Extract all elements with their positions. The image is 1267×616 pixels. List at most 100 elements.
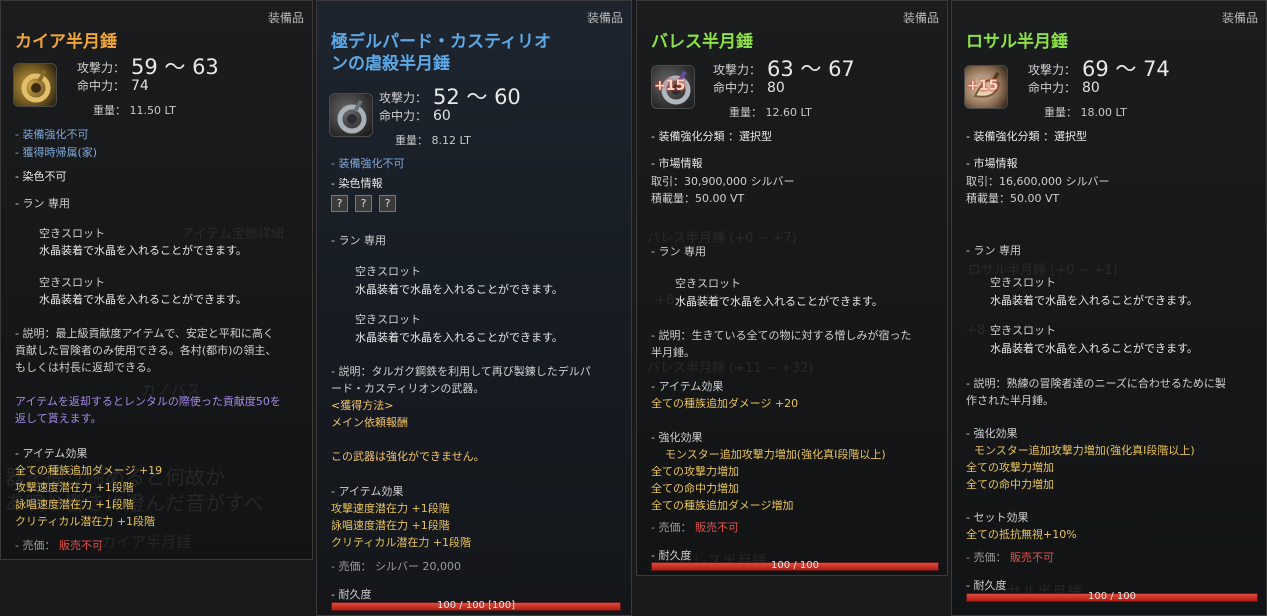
empty-slot-label: 空きスロット	[990, 324, 1056, 337]
weight-stat: 重量： 12.60 LT	[729, 106, 812, 119]
sell-price: - 売価： 販売不可	[651, 521, 739, 534]
crystal-slot-text: 水晶装着で水晶を入れることができます。	[675, 295, 883, 308]
enhance-effect-header: - 強化効果	[651, 431, 703, 444]
item-effect: 攻撃速度潜在力 +1段階	[331, 502, 450, 515]
enhance-info: - 装備強化不可	[331, 157, 405, 170]
crystal-slot-text: 水晶装着で水晶を入れることができます。	[990, 294, 1198, 307]
description: 作された半月錘。	[966, 394, 1054, 407]
class-restriction: - ラン 専用	[966, 244, 1021, 257]
enhance-level: +15	[967, 78, 999, 94]
item-effect: 全ての種族追加ダメージ +20	[651, 397, 799, 410]
class-restriction: - ラン 専用	[651, 245, 706, 258]
weight-stat: 重量： 8.12 LT	[395, 134, 471, 147]
durability-value: 100 / 100 [100]	[437, 600, 515, 611]
enhance-effect: モンスター追加攻撃力増加(強化真I段階以上)	[974, 444, 1195, 457]
crystal-slot-text: 水晶装着で水晶を入れることができます。	[355, 331, 563, 344]
item-name: カイア半月錘	[15, 32, 117, 52]
item-effect: 全ての種族追加ダメージ +19	[15, 464, 163, 477]
item-effect-header: - アイテム効果	[651, 380, 724, 393]
set-effect-header: - セット効果	[966, 511, 1029, 524]
enhance-effect: モンスター追加攻撃力増加(強化真I段階以上)	[665, 448, 886, 461]
class-restriction: - ラン 専用	[15, 197, 70, 210]
dye-info: - 染色情報	[331, 177, 383, 190]
item-category: 装備品	[586, 11, 623, 25]
acquire-method: メイン依頼報酬	[331, 416, 408, 429]
item-effect: 詠唱速度潜在力 +1段階	[15, 498, 134, 511]
dye-slot[interactable]: ?	[379, 195, 396, 212]
sell-price: - 売価： 販売不可	[966, 551, 1054, 564]
item-effect: クリティカル潜在力 +1段階	[15, 515, 156, 528]
empty-slot-label: 空きスロット	[39, 227, 105, 240]
half-moon-mace-icon: +15	[651, 65, 695, 109]
crystal-slot-text: 水晶装着で水晶を入れることができます。	[39, 244, 247, 257]
item-effect: 攻撃速度潜在力 +1段階	[15, 481, 134, 494]
half-moon-mace-icon	[329, 93, 373, 137]
enhance-effect: 全ての攻撃力増加	[651, 465, 739, 478]
sell-price: - 売価： 販売不可	[15, 539, 103, 552]
market-price: 取引：16,600,000 シルバー	[966, 175, 1110, 188]
item-name: ロサル半月錘	[966, 32, 1068, 52]
crystal-slot-text: 水晶装着で水晶を入れることができます。	[39, 293, 247, 306]
sell-price: - 売価： シルバー 20,000	[331, 560, 461, 573]
description: - 説明：熟練の冒険者達のニーズに合わせるために製	[966, 377, 1226, 390]
market-info-header: - 市場情報	[651, 157, 703, 170]
crystal-slot-text: 水晶装着で水晶を入れることができます。	[990, 342, 1198, 355]
enhance-effect: 全ての種族追加ダメージ増加	[651, 499, 794, 512]
item-tooltip-delpard: 装備品 極デルパード・カスティリオ ンの虐殺半月錘 攻撃力： 52 ～ 60 命中…	[316, 0, 632, 616]
durability-bar: 100 / 100	[651, 560, 939, 571]
enhance-type: - 装備強化分類 ：選択型	[966, 130, 1087, 143]
dye-slot[interactable]: ?	[355, 195, 372, 212]
enhance-info: - 装備強化不可	[15, 128, 89, 141]
item-category: 装備品	[267, 11, 304, 25]
half-moon-mace-icon	[13, 63, 57, 107]
item-tooltip-rosar: ロサル半月錘 (+0 ~ +1) +8 ~ +10 ロサル半月錘 装備品 ロサル…	[951, 0, 1267, 616]
enhance-note: この武器は強化ができません。	[331, 450, 485, 463]
background-ghost-text: カイア半月錘	[101, 533, 192, 551]
durability-value: 100 / 100	[1088, 591, 1136, 602]
accuracy-stat: 命中力： 80	[713, 80, 785, 96]
empty-slot-label: 空きスロット	[675, 277, 741, 290]
dye-slot[interactable]: ?	[331, 195, 348, 212]
empty-slot-label: 空きスロット	[355, 265, 421, 278]
weight-stat: 重量： 11.50 LT	[93, 104, 176, 117]
item-tooltip-kaia: アイテム宝飾詳細 カノバス 器を握り締めると何故か あ鳴り響きに澄んだ音がすべ …	[0, 0, 313, 560]
class-restriction: - ラン 専用	[331, 234, 386, 247]
bind-info: - 獲得時帰属(家)	[15, 146, 98, 159]
acquire-method-header: <獲得方法>	[331, 399, 394, 412]
weight-stat: 重量： 18.00 LT	[1044, 106, 1127, 119]
return-note: アイテムを返却するとレンタルの際使った貢献度50を	[15, 395, 281, 408]
enhance-effect: 全ての命中力増加	[651, 482, 739, 495]
durability-value: 100 / 100	[771, 560, 819, 571]
set-effect: 全ての抵抗無視+10%	[966, 528, 1077, 541]
market-price: 取引：30,900,000 シルバー	[651, 175, 795, 188]
enhance-level: +15	[654, 78, 686, 94]
market-info-header: - 市場情報	[966, 157, 1018, 170]
market-weight: 積載量：50.00 VT	[966, 192, 1060, 205]
item-name: 極デルパード・カスティリオ ンの虐殺半月錘	[331, 32, 551, 74]
accuracy-stat: 命中力： 80	[1028, 80, 1100, 96]
market-weight: 積載量：50.00 VT	[651, 192, 745, 205]
empty-slot-label: 空きスロット	[39, 276, 105, 289]
accuracy-stat: 命中力： 60	[379, 108, 451, 124]
description: - 説明：生きている全ての物に対する憎しみが宿った	[651, 329, 912, 342]
enhance-effect-header: - 強化効果	[966, 427, 1018, 440]
item-category: 装備品	[1221, 11, 1258, 25]
description: - 説明：タルガク鋼鉄を利用して再び製錬したデルパ	[331, 365, 591, 378]
item-effect-header: - アイテム効果	[15, 447, 88, 460]
durability-bar: 100 / 100	[966, 591, 1258, 602]
half-moon-mace-icon: +15	[964, 65, 1008, 109]
enhance-type: - 装備強化分類 ：選択型	[651, 130, 772, 143]
enhance-effect: 全ての命中力増加	[966, 478, 1054, 491]
item-category: 装備品	[902, 11, 939, 25]
item-effect-header: - アイテム効果	[331, 485, 404, 498]
item-effect: クリティカル潜在力 +1段階	[331, 536, 472, 549]
description: - 説明：最上級貢献度アイテムで、安定と平和に高く	[15, 327, 274, 340]
background-ghost-text: アイテム宝飾詳細	[181, 227, 284, 242]
description: もしくは村長に返却できる。	[15, 361, 158, 374]
empty-slot-label: 空きスロット	[990, 276, 1056, 289]
dye-info: - 染色不可	[15, 170, 67, 183]
enhance-effect: 全ての攻撃力増加	[966, 461, 1054, 474]
item-tooltip-bares: バレス半月錘 (+0 ~ +7) +8 ~ +10 バレス半月錘 (+11 ~ …	[636, 0, 948, 576]
empty-slot-label: 空きスロット	[355, 313, 421, 326]
item-effect: 詠唱速度潜在力 +1段階	[331, 519, 450, 532]
